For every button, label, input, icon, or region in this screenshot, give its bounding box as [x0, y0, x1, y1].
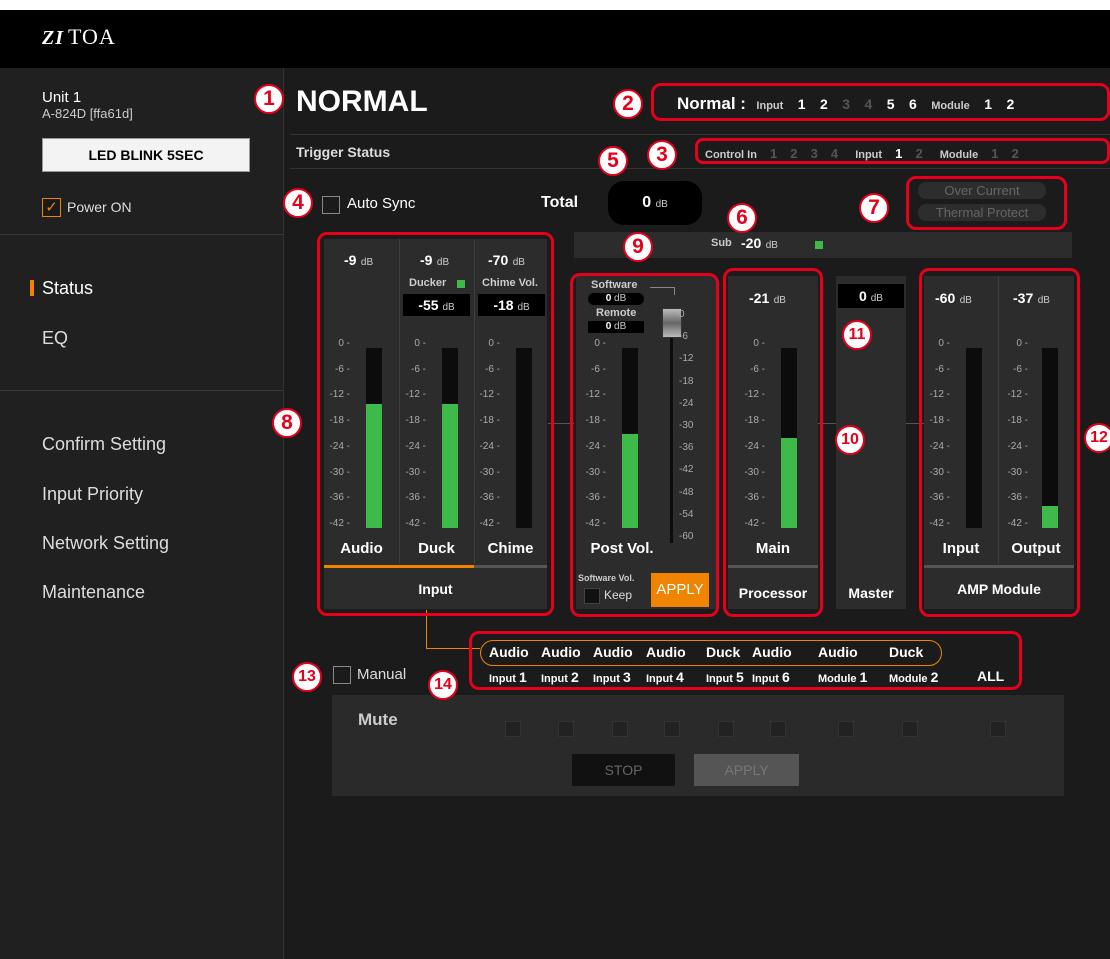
- callout-box-9: [570, 273, 719, 617]
- nav-eq[interactable]: EQ: [42, 328, 68, 349]
- callout-6: 6: [727, 203, 757, 233]
- callout-5: 5: [598, 146, 628, 176]
- led-blink-button[interactable]: LED BLINK 5SEC: [42, 138, 250, 172]
- manual-label: Manual: [357, 666, 407, 683]
- nav-status[interactable]: Status: [42, 278, 93, 299]
- callout-10: 10: [835, 425, 865, 455]
- mute-checkbox[interactable]: [612, 721, 628, 737]
- power-on-label: Power ON: [67, 199, 132, 215]
- sub-value-group: -20 dB: [741, 235, 778, 253]
- auto-sync-checkbox[interactable]: [322, 196, 340, 214]
- trigger-status-label: Trigger Status: [296, 144, 391, 160]
- top-bar: ZI TOA: [0, 10, 1110, 68]
- callout-14: 14: [428, 670, 458, 700]
- power-on-checkbox[interactable]: ✓: [42, 198, 61, 217]
- callout-box-12: [919, 268, 1080, 617]
- callout-box-10: [723, 268, 823, 617]
- master-unit: dB: [870, 293, 883, 304]
- unit-name: Unit 1: [42, 89, 82, 106]
- callout-2: 2: [613, 89, 643, 119]
- mute-checkbox[interactable]: [718, 721, 734, 737]
- total-value: 0: [642, 194, 652, 211]
- sub-value: -20: [741, 235, 762, 251]
- callout-11: 11: [842, 320, 872, 350]
- nav-input-priority[interactable]: Input Priority: [42, 484, 143, 505]
- callout-box-14: [469, 631, 1022, 690]
- mute-checkbox[interactable]: [558, 721, 574, 737]
- sub-unit: dB: [765, 240, 778, 251]
- callout-3: 3: [647, 140, 677, 170]
- mute-checkbox[interactable]: [664, 721, 680, 737]
- manual-checkbox[interactable]: [333, 666, 351, 684]
- total-label: Total: [541, 194, 579, 211]
- toa-logo: ZI TOA: [42, 24, 116, 49]
- status-title: NORMAL: [296, 85, 428, 118]
- mute-checkbox[interactable]: [838, 721, 854, 737]
- callout-box-8: [317, 232, 554, 616]
- nav-maintenance[interactable]: Maintenance: [42, 582, 145, 603]
- callout-7: 7: [859, 193, 889, 223]
- active-indicator: [30, 280, 34, 296]
- auto-sync-label: Auto Sync: [347, 195, 416, 212]
- mute-checkbox[interactable]: [505, 721, 521, 737]
- total-display: 0 dB: [608, 181, 702, 225]
- callout-12: 12: [1084, 423, 1110, 453]
- mute-label: Mute: [358, 710, 398, 729]
- mute-checkbox[interactable]: [770, 721, 786, 737]
- stop-button[interactable]: STOP: [572, 754, 675, 786]
- callout-4: 4: [283, 188, 313, 218]
- sub-label: Sub: [711, 237, 732, 249]
- total-unit: dB: [655, 199, 668, 210]
- callout-13: 13: [292, 662, 322, 692]
- nav-network-setting[interactable]: Network Setting: [42, 533, 169, 554]
- callout-box-3: [695, 138, 1110, 164]
- callout-8: 8: [272, 408, 302, 438]
- callout-1: 1: [254, 84, 284, 114]
- unit-model: A-824D [ffa61d]: [42, 106, 133, 121]
- callout-9: 9: [623, 232, 653, 262]
- master-value: 0: [859, 288, 867, 304]
- callout-box-7: [906, 176, 1067, 230]
- sub-indicator: [815, 241, 823, 249]
- nav-confirm-setting[interactable]: Confirm Setting: [42, 434, 166, 455]
- master-label: Master: [848, 585, 894, 601]
- mute-checkbox[interactable]: [902, 721, 918, 737]
- mute-checkbox[interactable]: [990, 721, 1006, 737]
- mute-apply-button[interactable]: APPLY: [694, 754, 799, 786]
- callout-box-2: [651, 83, 1110, 121]
- master-value-box[interactable]: 0 dB: [838, 284, 904, 308]
